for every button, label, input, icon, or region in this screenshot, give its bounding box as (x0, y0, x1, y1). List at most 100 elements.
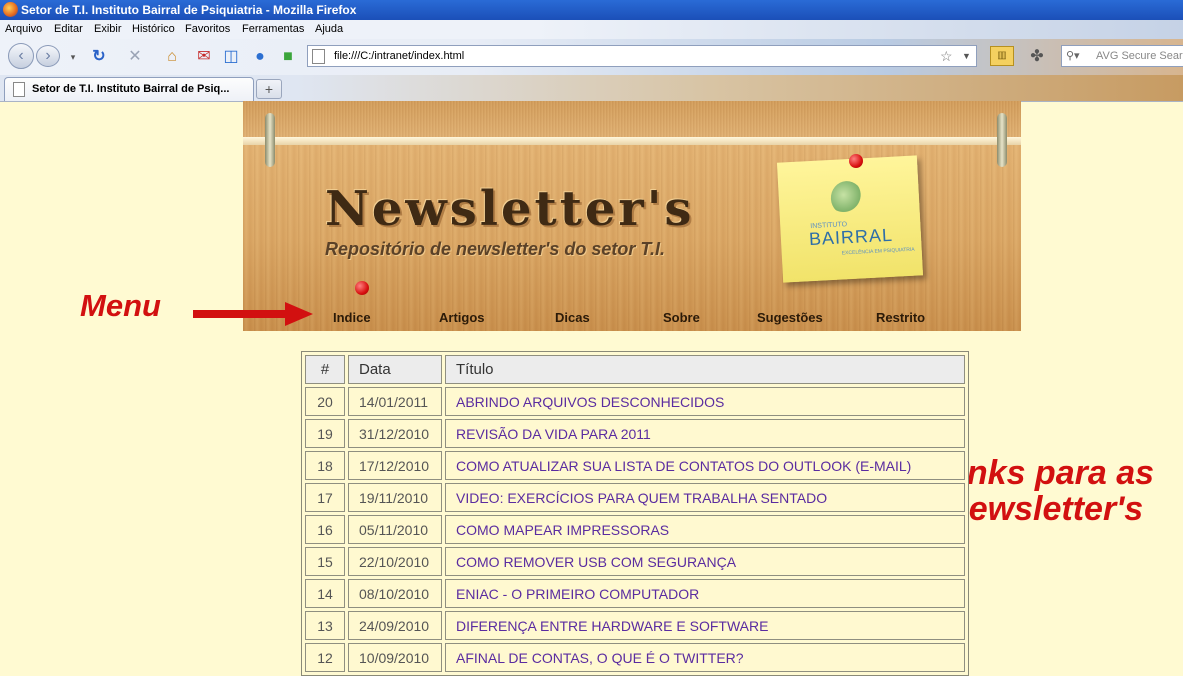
stop-icon[interactable]: ✕ (126, 48, 144, 66)
newsletter-link[interactable]: COMO REMOVER USB COM SEGURANÇA (456, 554, 736, 570)
column-header-title: Título (445, 355, 965, 384)
menu-historico[interactable]: Histórico (132, 20, 175, 39)
row-title-cell: AFINAL DE CONTAS, O QUE É O TWITTER? (445, 643, 965, 672)
menu-editar[interactable]: Editar (54, 20, 83, 39)
url-dropdown-icon[interactable]: ▼ (962, 46, 971, 66)
site-subtitle: Repositório de newsletter's do setor T.I… (325, 239, 666, 259)
newsletter-link[interactable]: COMO ATUALIZAR SUA LISTA DE CONTATOS DO … (456, 458, 911, 474)
logo-name: BAIRRAL (808, 224, 894, 250)
row-title-cell: COMO ATUALIZAR SUA LISTA DE CONTATOS DO … (445, 451, 965, 480)
google-icon[interactable]: ■ (279, 48, 297, 66)
history-dropdown-icon[interactable]: ▾ (64, 48, 82, 66)
newsletter-link[interactable]: REVISÃO DA VIDA PARA 2011 (456, 426, 651, 442)
nav-indice[interactable]: Indice (333, 310, 371, 325)
page-icon (312, 49, 325, 64)
row-date: 19/11/2010 (348, 483, 442, 512)
table-row: 19 31/12/2010 REVISÃO DA VIDA PARA 2011 (305, 419, 965, 448)
tab-active[interactable]: Setor de T.I. Instituto Bairral de Psiq.… (4, 77, 254, 101)
site-title: Newsletter's (325, 181, 695, 237)
row-date: 05/11/2010 (348, 515, 442, 544)
nav-artigos[interactable]: Artigos (439, 310, 485, 325)
messenger-icon[interactable]: ● (251, 48, 269, 66)
menu-favoritos[interactable]: Favoritos (185, 20, 230, 39)
search-icon: ⚲▾ (1066, 50, 1080, 62)
hanging-ring-right (997, 113, 1007, 167)
table-row: 14 08/10/2010 ENIAC - O PRIMEIRO COMPUTADO… (305, 579, 965, 608)
addon-icon[interactable]: ✤ (1028, 48, 1046, 66)
annotation-links-label: links para as newsletter's (948, 454, 1155, 528)
nav-sugestoes[interactable]: Sugestões (757, 310, 823, 325)
newsletter-link[interactable]: ENIAC - O PRIMEIRO COMPUTADOR (456, 586, 699, 602)
row-title-cell: REVISÃO DA VIDA PARA 2011 (445, 419, 965, 448)
tab-page-icon (13, 82, 25, 97)
newsletter-table: # Data Título 20 14/01/2011 ABRINDO ARQUIV… (301, 351, 969, 676)
newsletter-link[interactable]: AFINAL DE CONTAS, O QUE É O TWITTER? (456, 650, 744, 666)
row-date: 10/09/2010 (348, 643, 442, 672)
table-row: 13 24/09/2010 DIFERENÇA ENTRE HARDWARE E S… (305, 611, 965, 640)
row-date: 14/01/2011 (348, 387, 442, 416)
forward-button[interactable]: › (36, 45, 60, 67)
row-date: 31/12/2010 (348, 419, 442, 448)
row-number: 20 (305, 387, 345, 416)
newsletter-link[interactable]: VIDEO: EXERCÍCIOS PARA QUEM TRABALHA SEN… (456, 490, 827, 506)
row-title-cell: ENIAC - O PRIMEIRO COMPUTADOR (445, 579, 965, 608)
row-number: 17 (305, 483, 345, 512)
row-title-cell: COMO MAPEAR IMPRESSORAS (445, 515, 965, 544)
navigation-toolbar: ‹ › ▾ ↻ ✕ ⌂ ✉ ◫ ● ■ file:///C:/intranet/… (0, 39, 1183, 75)
logo-tagline: EXCELÊNCIA EM PSIQUIATRIA (841, 246, 915, 257)
table-header-row: # Data Título (305, 355, 965, 384)
column-header-date: Data (348, 355, 442, 384)
row-number: 19 (305, 419, 345, 448)
row-date: 24/09/2010 (348, 611, 442, 640)
address-bar[interactable]: file:///C:/intranet/index.html ☆ ▼ (307, 45, 977, 67)
window-title: Setor de T.I. Instituto Bairral de Psiqu… (21, 3, 357, 17)
nav-sobre[interactable]: Sobre (663, 310, 700, 325)
firefox-icon (3, 2, 18, 17)
search-box[interactable]: ⚲▾ AVG Secure Search (1061, 45, 1183, 67)
row-date: 17/12/2010 (348, 451, 442, 480)
tab-strip: Setor de T.I. Instituto Bairral de Psiq.… (0, 75, 1183, 102)
gmail-icon[interactable]: ✉ (195, 48, 213, 66)
logo-sticky-note: INSTITUTO BAIRRAL EXCELÊNCIA EM PSIQUIAT… (776, 155, 924, 283)
new-tab-button[interactable]: + (256, 79, 282, 99)
table-row: 15 22/10/2010 COMO REMOVER USB COM SEGURAN… (305, 547, 965, 576)
row-date: 08/10/2010 (348, 579, 442, 608)
reload-icon[interactable]: ↻ (90, 48, 108, 66)
bairral-logo-mark (830, 180, 864, 216)
table-row: 12 10/09/2010 AFINAL DE CONTAS, O QUE É O … (305, 643, 965, 672)
bookmark-app-icon[interactable]: ◫ (222, 48, 240, 66)
pushpin-note-icon (849, 154, 863, 168)
menu-ajuda[interactable]: Ajuda (315, 20, 343, 39)
newsletter-link[interactable]: ABRINDO ARQUIVOS DESCONHECIDOS (456, 394, 724, 410)
newsletter-link[interactable]: COMO MAPEAR IMPRESSORAS (456, 522, 669, 538)
row-title-cell: ABRINDO ARQUIVOS DESCONHECIDOS (445, 387, 965, 416)
row-number: 15 (305, 547, 345, 576)
row-date: 22/10/2010 (348, 547, 442, 576)
annotation-menu-label: Menu (80, 288, 161, 323)
menu-ferramentas[interactable]: Ferramentas (242, 20, 304, 39)
newsletter-link[interactable]: DIFERENÇA ENTRE HARDWARE E SOFTWARE (456, 618, 768, 634)
row-title-cell: COMO REMOVER USB COM SEGURANÇA (445, 547, 965, 576)
nav-dicas[interactable]: Dicas (555, 310, 590, 325)
home-icon[interactable]: ⌂ (163, 48, 181, 66)
tab-label: Setor de T.I. Instituto Bairral de Psiq.… (32, 83, 230, 95)
window-titlebar: Setor de T.I. Instituto Bairral de Psiqu… (0, 0, 1183, 20)
back-button[interactable]: ‹ (8, 43, 34, 69)
menu-arquivo[interactable]: Arquivo (5, 20, 42, 39)
site-header-banner: Newsletter's Repositório de newsletter's… (243, 101, 1021, 331)
column-header-number: # (305, 355, 345, 384)
row-title-cell: VIDEO: EXERCÍCIOS PARA QUEM TRABALHA SEN… (445, 483, 965, 512)
nav-restrito[interactable]: Restrito (876, 310, 925, 325)
bookmark-star-icon[interactable]: ☆ (940, 46, 953, 66)
bar-chart-icon[interactable]: ▥ (990, 46, 1014, 66)
table-row: 18 17/12/2010 COMO ATUALIZAR SUA LISTA DE … (305, 451, 965, 480)
row-number: 16 (305, 515, 345, 544)
wood-top-plank (243, 101, 1021, 137)
table-row: 20 14/01/2011 ABRINDO ARQUIVOS DESCONHECID… (305, 387, 965, 416)
row-number: 13 (305, 611, 345, 640)
wood-rail (243, 137, 1021, 145)
menu-exibir[interactable]: Exibir (94, 20, 122, 39)
row-number: 14 (305, 579, 345, 608)
hanging-ring-left (265, 113, 275, 167)
menu-bar: Arquivo Editar Exibir Histórico Favorito… (0, 20, 1183, 39)
